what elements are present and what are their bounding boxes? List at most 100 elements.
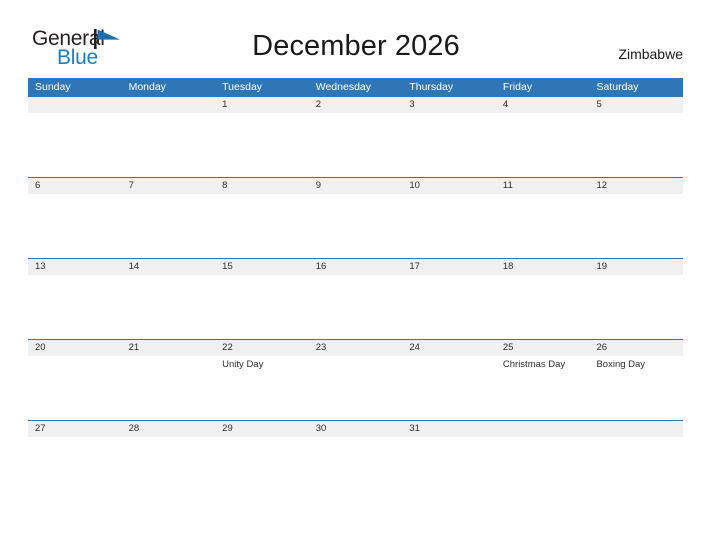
day-cell[interactable] bbox=[121, 97, 216, 177]
day-number: 26 bbox=[589, 340, 684, 356]
day-body bbox=[402, 194, 496, 257]
day-body bbox=[121, 437, 216, 500]
day-body bbox=[495, 437, 590, 500]
day-number: 17 bbox=[402, 259, 496, 275]
day-cell[interactable]: 21 bbox=[121, 340, 216, 420]
weekday-header-monday: Monday bbox=[128, 81, 166, 93]
weekday-header-saturday: Saturday bbox=[596, 81, 639, 93]
day-event: Unity Day bbox=[222, 359, 264, 370]
day-number bbox=[589, 421, 684, 437]
day-body bbox=[589, 113, 684, 176]
day-number: 22 bbox=[215, 340, 309, 356]
day-body bbox=[589, 194, 684, 257]
day-cell[interactable]: 26 Boxing Day bbox=[589, 340, 684, 420]
day-cell[interactable]: 19 bbox=[589, 259, 684, 339]
day-cell[interactable]: 14 bbox=[121, 259, 216, 339]
day-body bbox=[28, 194, 122, 257]
day-number: 8 bbox=[215, 178, 309, 194]
day-body bbox=[121, 194, 216, 257]
day-body bbox=[495, 113, 590, 176]
day-number: 25 bbox=[495, 340, 590, 356]
day-cell[interactable]: 2 bbox=[308, 97, 403, 177]
day-cell[interactable]: 9 bbox=[308, 178, 403, 258]
day-cell[interactable] bbox=[28, 97, 122, 177]
day-cell[interactable]: 22 Unity Day bbox=[215, 340, 309, 420]
day-body bbox=[308, 113, 403, 176]
day-body bbox=[28, 113, 122, 176]
day-number: 27 bbox=[28, 421, 122, 437]
day-body bbox=[402, 437, 496, 500]
day-cell[interactable]: 4 bbox=[495, 97, 590, 177]
weekday-header-row: Sunday Monday Tuesday Wednesday Thursday… bbox=[28, 78, 683, 96]
day-number: 1 bbox=[215, 97, 309, 113]
day-cell[interactable]: 13 bbox=[28, 259, 122, 339]
day-number: 11 bbox=[495, 178, 590, 194]
day-cell[interactable]: 20 bbox=[28, 340, 122, 420]
day-body bbox=[28, 275, 122, 338]
day-number: 16 bbox=[308, 259, 403, 275]
day-number: 6 bbox=[28, 178, 122, 194]
day-cell[interactable] bbox=[495, 421, 590, 501]
day-body bbox=[495, 275, 590, 338]
day-cell[interactable]: 28 bbox=[121, 421, 216, 501]
day-cell[interactable]: 12 bbox=[589, 178, 684, 258]
weekday-header-sunday: Sunday bbox=[35, 81, 71, 93]
day-number: 23 bbox=[308, 340, 403, 356]
weekday-header-thursday: Thursday bbox=[409, 81, 454, 93]
day-cell[interactable]: 25 Christmas Day bbox=[495, 340, 590, 420]
day-cell[interactable]: 17 bbox=[402, 259, 496, 339]
day-cell[interactable]: 8 bbox=[215, 178, 309, 258]
day-number: 24 bbox=[402, 340, 496, 356]
day-body bbox=[215, 437, 309, 500]
day-body bbox=[121, 356, 216, 419]
country-label: Zimbabwe bbox=[618, 46, 683, 62]
day-number bbox=[495, 421, 590, 437]
day-cell[interactable]: 15 bbox=[215, 259, 309, 339]
day-number: 14 bbox=[121, 259, 216, 275]
day-body bbox=[402, 356, 496, 419]
day-number: 30 bbox=[308, 421, 403, 437]
day-cell[interactable]: 6 bbox=[28, 178, 122, 258]
day-number: 10 bbox=[402, 178, 496, 194]
calendar-table: Sunday Monday Tuesday Wednesday Thursday… bbox=[28, 78, 684, 501]
day-cell[interactable]: 10 bbox=[402, 178, 496, 258]
day-body bbox=[402, 275, 496, 338]
day-cell[interactable]: 27 bbox=[28, 421, 122, 501]
day-body: Christmas Day bbox=[495, 356, 590, 419]
day-number: 3 bbox=[402, 97, 496, 113]
day-cell[interactable]: 11 bbox=[495, 178, 590, 258]
day-cell[interactable]: 24 bbox=[402, 340, 496, 420]
day-cell[interactable]: 31 bbox=[402, 421, 496, 501]
day-number: 21 bbox=[121, 340, 216, 356]
day-body bbox=[215, 113, 309, 176]
day-cell[interactable] bbox=[589, 421, 684, 501]
day-cell[interactable]: 18 bbox=[495, 259, 590, 339]
day-body bbox=[402, 113, 496, 176]
day-number: 5 bbox=[589, 97, 684, 113]
week-row: 1 2 3 4 5 bbox=[28, 96, 684, 177]
day-cell[interactable]: 7 bbox=[121, 178, 216, 258]
day-number: 28 bbox=[121, 421, 216, 437]
day-body bbox=[495, 194, 590, 257]
day-body bbox=[28, 437, 122, 500]
day-cell[interactable]: 5 bbox=[589, 97, 684, 177]
weekday-header-tuesday: Tuesday bbox=[222, 81, 263, 93]
day-number bbox=[121, 97, 216, 113]
day-cell[interactable]: 16 bbox=[308, 259, 403, 339]
day-cell[interactable]: 1 bbox=[215, 97, 309, 177]
day-body: Boxing Day bbox=[589, 356, 684, 419]
day-number: 13 bbox=[28, 259, 122, 275]
day-event: Christmas Day bbox=[502, 359, 566, 370]
day-number: 2 bbox=[308, 97, 403, 113]
calendar-page: General Blue December 2026 Zimbabwe Sund… bbox=[0, 0, 712, 550]
day-cell[interactable]: 23 bbox=[308, 340, 403, 420]
day-cell[interactable]: 3 bbox=[402, 97, 496, 177]
day-number: 20 bbox=[28, 340, 122, 356]
day-cell[interactable]: 29 bbox=[215, 421, 309, 501]
week-row: 13 14 15 16 17 18 19 bbox=[28, 258, 684, 339]
week-row: 20 21 22 Unity Day 23 24 25 Christmas Day … bbox=[28, 339, 684, 420]
day-cell[interactable]: 30 bbox=[308, 421, 403, 501]
weekday-header-wednesday: Wednesday bbox=[315, 81, 371, 93]
day-number bbox=[28, 97, 122, 113]
day-number: 29 bbox=[215, 421, 309, 437]
